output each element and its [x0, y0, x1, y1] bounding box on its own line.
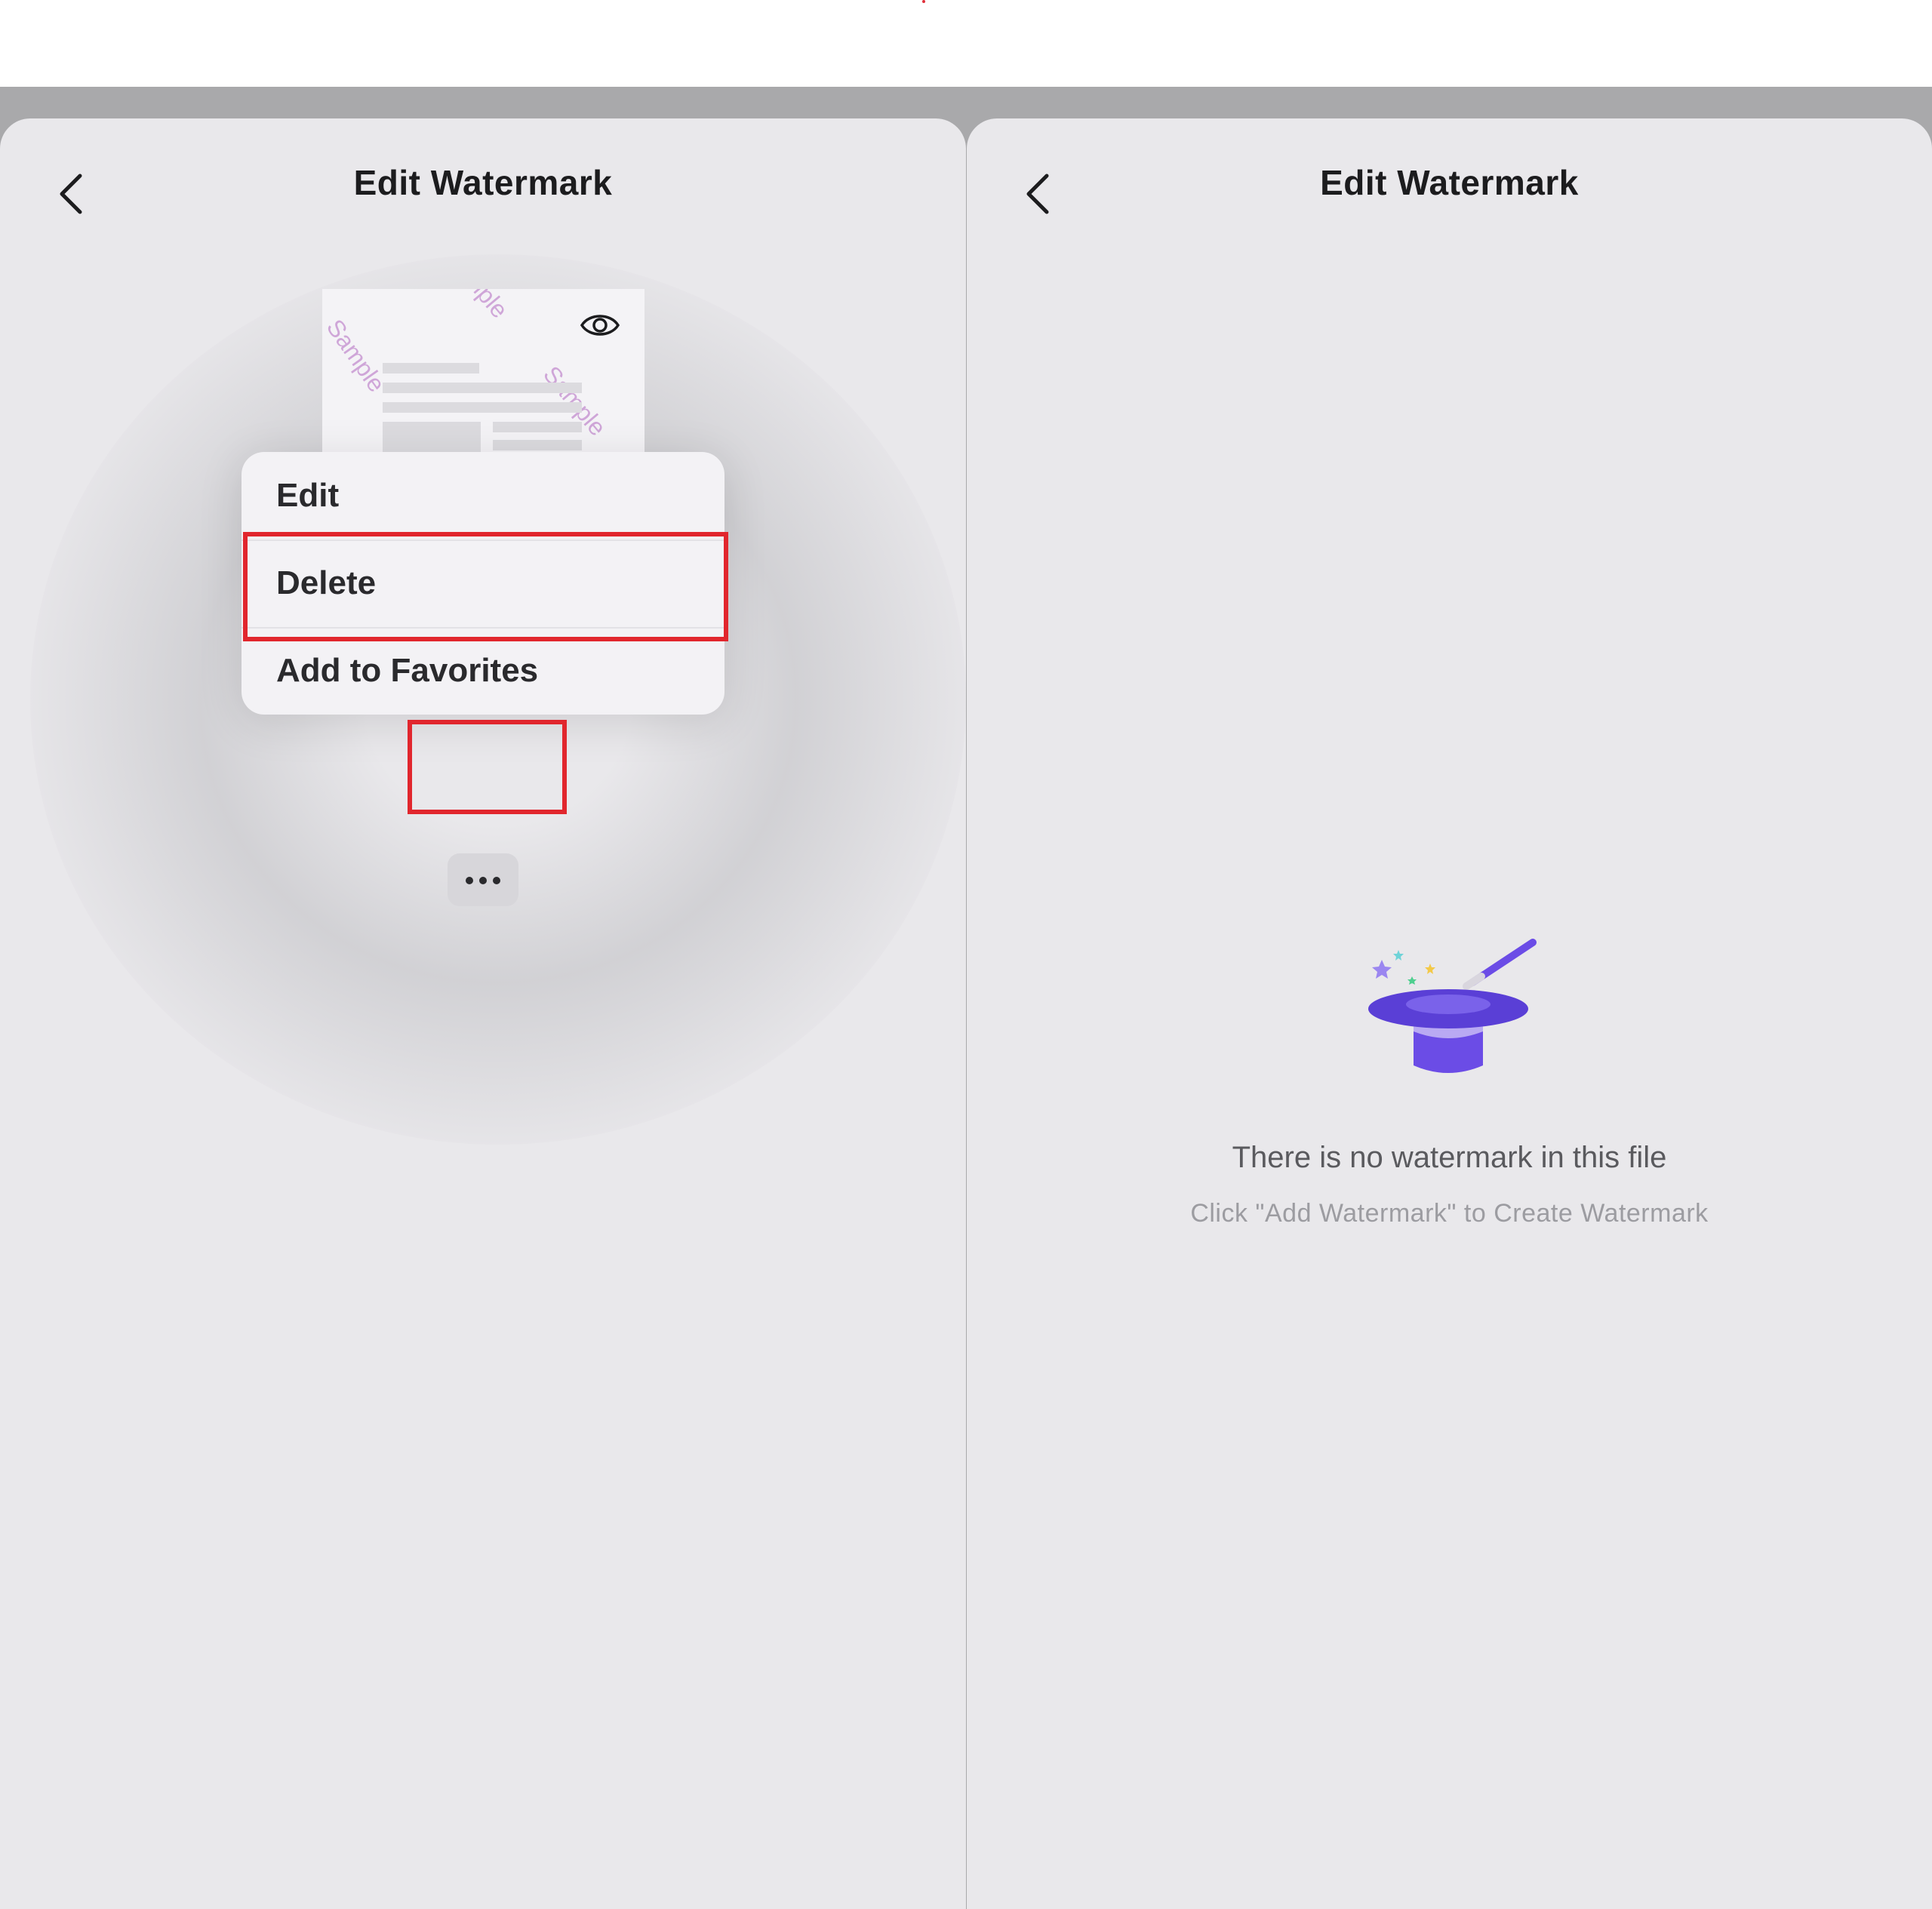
- doc-placeholder-line: [493, 440, 582, 450]
- top-area: [0, 0, 1932, 87]
- more-button-highlight-box: [408, 720, 567, 814]
- magic-hat-icon: [1368, 939, 1537, 1073]
- watermark-sample-text: Sample: [322, 314, 391, 397]
- page-title: Edit Watermark: [1320, 163, 1579, 202]
- indicator-dot: [922, 0, 925, 3]
- menu-item-label: Add to Favorites: [276, 652, 539, 689]
- delete-highlight-box: [243, 532, 728, 641]
- watermark-sample-text: Sample: [439, 289, 513, 324]
- doc-placeholder-line: [383, 363, 479, 374]
- empty-state-title: There is no watermark in this file: [1232, 1141, 1667, 1174]
- page-title: Edit Watermark: [353, 163, 613, 202]
- empty-state-subtitle: Click "Add Watermark" to Create Watermar…: [1190, 1199, 1709, 1228]
- doc-placeholder-line: [383, 383, 582, 393]
- right-panel: Edit Watermark There is no watermark in …: [967, 118, 1932, 1909]
- menu-item-label: Edit: [276, 477, 340, 514]
- doc-placeholder-line: [493, 422, 582, 432]
- more-options-button[interactable]: [448, 853, 518, 906]
- doc-placeholder-line: [383, 402, 582, 413]
- eye-icon[interactable]: [579, 304, 621, 346]
- menu-item-edit[interactable]: Edit: [242, 452, 724, 540]
- left-panel: Edit Watermark Sample Sample Sample Edit…: [0, 118, 966, 1909]
